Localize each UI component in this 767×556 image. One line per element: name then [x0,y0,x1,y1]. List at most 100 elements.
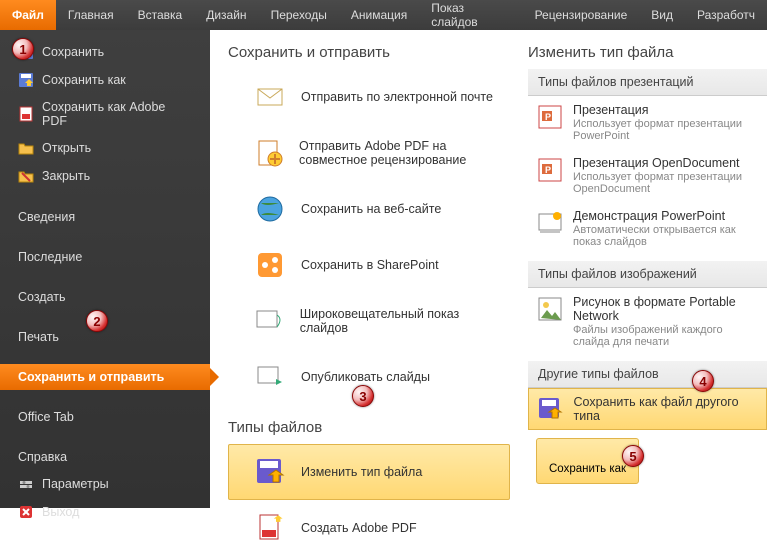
options-icon [18,476,34,492]
sidebar-item-7[interactable]: Создать [0,284,210,310]
file-type-action-1[interactable]: Создать Adobe PDF [228,500,510,556]
presentation-type-0[interactable]: P ПрезентацияИспользует формат презентаци… [528,96,767,149]
sidebar-item-4[interactable]: Закрыть [0,162,210,190]
backstage-main: Сохранить и отправить Отправить по элект… [210,30,767,508]
other-type-0[interactable]: Сохранить как файл другого типа [528,388,767,430]
publish-icon [253,360,287,394]
sidebar-item-label: Последние [18,250,82,264]
exit-icon [18,504,34,520]
sidebar-item-label: Справка [18,450,67,464]
sidebar-item-label: Закрыть [42,169,90,183]
pptx-icon: P [537,156,563,184]
pptx-icon: P [537,103,563,131]
ribbon-tab-9[interactable]: Разработч [685,0,767,30]
filetype-desc: Автоматически открывается как показ слай… [573,224,758,248]
action-label: Опубликовать слайды [301,370,430,384]
save-send-title: Сохранить и отправить [228,44,510,61]
sidebar-item-label: Создать [18,290,66,304]
other-types-list: Сохранить как файл другого типа [528,388,767,430]
mail-icon [253,80,287,114]
save-send-action-3[interactable]: Сохранить в SharePoint [228,237,510,293]
action-label: Сохранить на веб-сайте [301,202,441,216]
backstage-sidebar: Сохранить Сохранить как Сохранить как Adob… [0,30,210,508]
save-send-action-4[interactable]: Широковещательный показ слайдов [228,293,510,349]
save-send-action-0[interactable]: Отправить по электронной почте [228,69,510,125]
callout-badge-4: 4 [692,370,714,392]
save-send-column: Сохранить и отправить Отправить по элект… [210,30,520,508]
presentation-type-2[interactable]: Демонстрация PowerPointАвтоматически отк… [528,202,767,255]
group-header-presentation-types: Типы файлов презентаций [528,69,767,96]
sidebar-item-label: Сохранить как [42,73,126,87]
file-types-title: Типы файлов [228,419,510,436]
presentation-types-list: PПрезентацияИспользует формат презентаци… [528,96,767,255]
sidebar-item-label: Параметры [42,477,109,491]
sidebar-item-10[interactable]: Office Tab [0,404,210,430]
action-label: Отправить Adobe PDF на совместное реценз… [299,139,503,167]
action-label: Широковещательный показ слайдов [300,307,503,335]
file-type-action-0[interactable]: Изменить тип файла [228,444,510,500]
action-label: Изменить тип файла [301,465,422,479]
png-icon [537,295,563,323]
ribbon-tab-3[interactable]: Дизайн [194,0,258,30]
sidebar-item-1[interactable]: Сохранить как [0,66,210,94]
ribbon-tab-7[interactable]: Рецензирование [523,0,640,30]
broadcast-icon [253,304,286,338]
group-header-image-types: Типы файлов изображений [528,261,767,288]
open-icon [18,140,34,156]
callout-badge-3: 3 [352,385,374,407]
ribbon-tab-2[interactable]: Вставка [126,0,195,30]
ribbon-tab-0[interactable]: Файл [0,0,56,30]
presentation-type-1[interactable]: P Презентация OpenDocumentИспользует форм… [528,149,767,202]
sidebar-item-label: Сохранить [42,45,104,59]
svg-text:P: P [545,112,551,122]
callout-badge-5: 5 [622,445,644,467]
filetype-desc: Использует формат презентации PowerPoint [573,118,758,142]
sidebar-item-12[interactable]: Параметры [0,470,210,498]
filetype-label: Рисунок в формате Portable Network [573,295,758,323]
file-type-actions: Изменить тип файла Создать Adobe PDF [228,444,510,556]
change-filetype-title: Изменить тип файла [528,44,767,61]
callout-badge-2: 2 [86,310,108,332]
saveas-icon [18,72,34,88]
action-label: Сохранить в SharePoint [301,258,439,272]
filetype-desc: Использует формат презентации OpenDocume… [573,171,758,195]
ribbon-tab-4[interactable]: Переходы [259,0,339,30]
action-label: Создать Adobe PDF [301,521,417,535]
filetype-label: Презентация OpenDocument [573,156,758,170]
image-types-list: Рисунок в формате Portable NetworkФайлы … [528,288,767,355]
ribbon-tab-8[interactable]: Вид [639,0,685,30]
image-type-0[interactable]: Рисунок в формате Portable NetworkФайлы … [528,288,767,355]
filetype-label: Сохранить как файл другого типа [574,395,759,423]
filetype-label: Демонстрация PowerPoint [573,209,758,223]
group-header-other-types: Другие типы файлов [528,361,767,388]
sidebar-item-label: Открыть [42,141,91,155]
sidebar-item-5[interactable]: Сведения [0,204,210,230]
pdfcreate-icon [253,511,287,545]
other-icon [537,395,564,423]
pdf-icon [18,106,34,122]
sidebar-item-2[interactable]: Сохранить как Adobe PDF [0,94,210,134]
save-send-action-2[interactable]: Сохранить на веб-сайте [228,181,510,237]
pptx-icon [537,209,563,237]
sidebar-item-3[interactable]: Открыть [0,134,210,162]
action-label: Отправить по электронной почте [301,90,493,104]
save-send-action-1[interactable]: Отправить Adobe PDF на совместное реценз… [228,125,510,181]
sidebar-item-9[interactable]: Сохранить и отправить [0,364,210,390]
ribbon-tab-6[interactable]: Показ слайдов [419,0,522,30]
changetype-icon [253,455,287,489]
pdfreview-icon [253,136,285,170]
sidebar-item-11[interactable]: Справка [0,444,210,470]
change-filetype-column: Изменить тип файла Типы файлов презентац… [520,30,767,508]
sidebar-item-label: Сохранить как Adobe PDF [42,100,192,128]
sidebar-item-label: Office Tab [18,410,74,424]
sidebar-item-label: Сведения [18,210,75,224]
ribbon-tab-1[interactable]: Главная [56,0,126,30]
globe-icon [253,192,287,226]
callout-badge-1: 1 [12,38,34,60]
sidebar-item-13[interactable]: Выход [0,498,210,526]
close-icon [18,168,34,184]
ribbon-tabs: ФайлГлавнаяВставкаДизайнПереходыАнимация… [0,0,767,30]
filetype-label: Презентация [573,103,758,117]
ribbon-tab-5[interactable]: Анимация [339,0,419,30]
sidebar-item-6[interactable]: Последние [0,244,210,270]
